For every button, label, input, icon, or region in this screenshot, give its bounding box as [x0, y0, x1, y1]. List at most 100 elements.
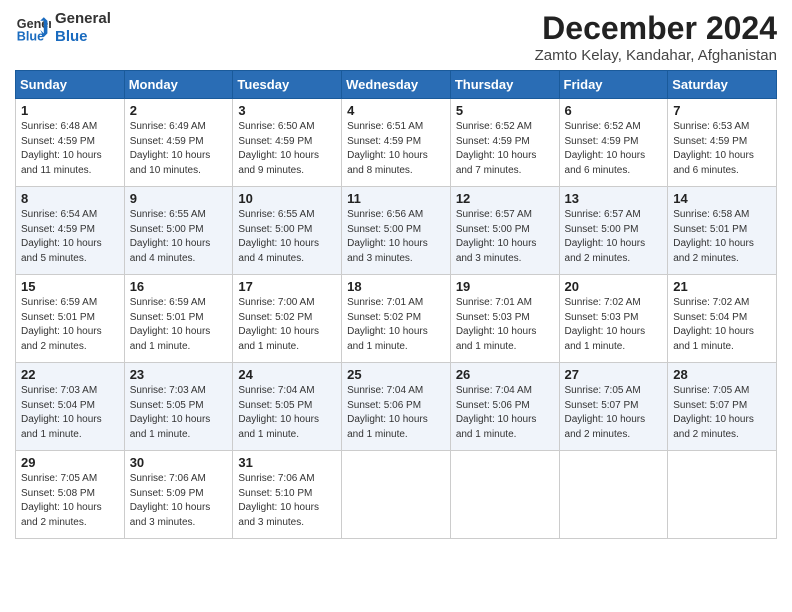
- calendar-cell: 5 Sunrise: 6:52 AMSunset: 4:59 PMDaylight…: [450, 99, 559, 187]
- cell-details: Sunrise: 6:59 AMSunset: 5:01 PMDaylight:…: [130, 296, 228, 354]
- calendar-cell: 13Sunrise: 6:57 AMSunset: 5:00 PMDayligh…: [559, 187, 668, 275]
- cell-details: Sunrise: 6:54 AMSunset: 4:59 PMDaylight:…: [21, 208, 119, 266]
- svg-text:Blue: Blue: [17, 30, 44, 44]
- cell-details: Sunrise: 6:48 AMSunset: 4:59 PMDaylight:…: [21, 120, 119, 178]
- calendar-week-5: 29 Sunrise: 7:05 AMSunset: 5:08 PMDayligh…: [16, 451, 777, 539]
- day-number: 24: [238, 367, 336, 382]
- day-number: 16: [130, 279, 228, 294]
- logo-blue: Blue: [55, 28, 111, 46]
- cell-details: Sunrise: 7:02 AMSunset: 5:03 PMDaylight:…: [565, 296, 663, 354]
- cell-details: Sunrise: 7:04 AMSunset: 5:06 PMDaylight:…: [347, 384, 445, 442]
- day-number: 9: [130, 191, 228, 206]
- cell-details: Sunrise: 6:59 AMSunset: 5:01 PMDaylight:…: [21, 296, 119, 354]
- location-title: Zamto Kelay, Kandahar, Afghanistan: [535, 47, 777, 64]
- cell-details: Sunrise: 7:01 AMSunset: 5:02 PMDaylight:…: [347, 296, 445, 354]
- calendar-cell: 2 Sunrise: 6:49 AMSunset: 4:59 PMDaylight…: [124, 99, 233, 187]
- day-number: 19: [456, 279, 554, 294]
- cell-details: Sunrise: 6:55 AMSunset: 5:00 PMDaylight:…: [238, 208, 336, 266]
- day-number: 5: [456, 103, 554, 118]
- cell-details: Sunrise: 6:52 AMSunset: 4:59 PMDaylight:…: [565, 120, 663, 178]
- calendar-cell: 21Sunrise: 7:02 AMSunset: 5:04 PMDayligh…: [668, 275, 777, 363]
- cell-details: Sunrise: 7:04 AMSunset: 5:05 PMDaylight:…: [238, 384, 336, 442]
- calendar-cell: 11Sunrise: 6:56 AMSunset: 5:00 PMDayligh…: [342, 187, 451, 275]
- day-number: 31: [238, 455, 336, 470]
- day-number: 25: [347, 367, 445, 382]
- cell-details: Sunrise: 7:06 AMSunset: 5:09 PMDaylight:…: [130, 472, 228, 530]
- calendar-cell: 25 Sunrise: 7:04 AMSunset: 5:06 PMDayligh…: [342, 363, 451, 451]
- calendar-cell: 31 Sunrise: 7:06 AMSunset: 5:10 PMDayligh…: [233, 451, 342, 539]
- header-row: SundayMondayTuesdayWednesdayThursdayFrid…: [16, 71, 777, 99]
- calendar-cell: 29 Sunrise: 7:05 AMSunset: 5:08 PMDayligh…: [16, 451, 125, 539]
- day-number: 15: [21, 279, 119, 294]
- calendar-cell: 7 Sunrise: 6:53 AMSunset: 4:59 PMDaylight…: [668, 99, 777, 187]
- cell-details: Sunrise: 7:03 AMSunset: 5:04 PMDaylight:…: [21, 384, 119, 442]
- calendar-cell: 22 Sunrise: 7:03 AMSunset: 5:04 PMDayligh…: [16, 363, 125, 451]
- cell-details: Sunrise: 6:52 AMSunset: 4:59 PMDaylight:…: [456, 120, 554, 178]
- calendar-cell: 8Sunrise: 6:54 AMSunset: 4:59 PMDaylight…: [16, 187, 125, 275]
- calendar-cell: 27 Sunrise: 7:05 AMSunset: 5:07 PMDayligh…: [559, 363, 668, 451]
- cell-details: Sunrise: 7:05 AMSunset: 5:08 PMDaylight:…: [21, 472, 119, 530]
- cell-details: Sunrise: 6:57 AMSunset: 5:00 PMDaylight:…: [456, 208, 554, 266]
- calendar-cell: 6 Sunrise: 6:52 AMSunset: 4:59 PMDaylight…: [559, 99, 668, 187]
- header: General Blue General Blue December 2024 …: [15, 10, 777, 64]
- cell-details: Sunrise: 6:56 AMSunset: 5:00 PMDaylight:…: [347, 208, 445, 266]
- calendar-cell: [668, 451, 777, 539]
- calendar-cell: 4Sunrise: 6:51 AMSunset: 4:59 PMDaylight…: [342, 99, 451, 187]
- calendar-table: SundayMondayTuesdayWednesdayThursdayFrid…: [15, 70, 777, 539]
- calendar-cell: 1 Sunrise: 6:48 AMSunset: 4:59 PMDaylight…: [16, 99, 125, 187]
- day-number: 17: [238, 279, 336, 294]
- day-number: 27: [565, 367, 663, 382]
- day-number: 18: [347, 279, 445, 294]
- cell-details: Sunrise: 6:58 AMSunset: 5:01 PMDaylight:…: [673, 208, 771, 266]
- day-number: 7: [673, 103, 771, 118]
- cell-details: Sunrise: 7:04 AMSunset: 5:06 PMDaylight:…: [456, 384, 554, 442]
- cell-details: Sunrise: 6:50 AMSunset: 4:59 PMDaylight:…: [238, 120, 336, 178]
- day-number: 30: [130, 455, 228, 470]
- day-number: 29: [21, 455, 119, 470]
- calendar-cell: 12Sunrise: 6:57 AMSunset: 5:00 PMDayligh…: [450, 187, 559, 275]
- calendar-cell: 17 Sunrise: 7:00 AMSunset: 5:02 PMDayligh…: [233, 275, 342, 363]
- cell-details: Sunrise: 6:53 AMSunset: 4:59 PMDaylight:…: [673, 120, 771, 178]
- header-cell-thursday: Thursday: [450, 71, 559, 99]
- logo-icon: General Blue: [15, 10, 51, 46]
- logo-general: General: [55, 10, 111, 27]
- calendar-header: SundayMondayTuesdayWednesdayThursdayFrid…: [16, 71, 777, 99]
- cell-details: Sunrise: 7:00 AMSunset: 5:02 PMDaylight:…: [238, 296, 336, 354]
- title-area: December 2024 Zamto Kelay, Kandahar, Afg…: [535, 10, 777, 64]
- cell-details: Sunrise: 7:05 AMSunset: 5:07 PMDaylight:…: [673, 384, 771, 442]
- calendar-cell: 14 Sunrise: 6:58 AMSunset: 5:01 PMDayligh…: [668, 187, 777, 275]
- day-number: 2: [130, 103, 228, 118]
- calendar-cell: 16 Sunrise: 6:59 AMSunset: 5:01 PMDayligh…: [124, 275, 233, 363]
- cell-details: Sunrise: 6:55 AMSunset: 5:00 PMDaylight:…: [130, 208, 228, 266]
- day-number: 4: [347, 103, 445, 118]
- cell-details: Sunrise: 7:06 AMSunset: 5:10 PMDaylight:…: [238, 472, 336, 530]
- cell-details: Sunrise: 7:01 AMSunset: 5:03 PMDaylight:…: [456, 296, 554, 354]
- header-cell-tuesday: Tuesday: [233, 71, 342, 99]
- calendar-cell: 28 Sunrise: 7:05 AMSunset: 5:07 PMDayligh…: [668, 363, 777, 451]
- calendar-cell: 15 Sunrise: 6:59 AMSunset: 5:01 PMDayligh…: [16, 275, 125, 363]
- header-cell-sunday: Sunday: [16, 71, 125, 99]
- month-title: December 2024: [535, 10, 777, 47]
- calendar-cell: 23Sunrise: 7:03 AMSunset: 5:05 PMDayligh…: [124, 363, 233, 451]
- calendar-week-4: 22 Sunrise: 7:03 AMSunset: 5:04 PMDayligh…: [16, 363, 777, 451]
- calendar-week-1: 1 Sunrise: 6:48 AMSunset: 4:59 PMDaylight…: [16, 99, 777, 187]
- calendar-cell: 30 Sunrise: 7:06 AMSunset: 5:09 PMDayligh…: [124, 451, 233, 539]
- header-cell-saturday: Saturday: [668, 71, 777, 99]
- calendar-cell: [342, 451, 451, 539]
- calendar-cell: 18 Sunrise: 7:01 AMSunset: 5:02 PMDayligh…: [342, 275, 451, 363]
- calendar-cell: 10Sunrise: 6:55 AMSunset: 5:00 PMDayligh…: [233, 187, 342, 275]
- day-number: 1: [21, 103, 119, 118]
- calendar-cell: 26Sunrise: 7:04 AMSunset: 5:06 PMDayligh…: [450, 363, 559, 451]
- calendar-week-3: 15 Sunrise: 6:59 AMSunset: 5:01 PMDayligh…: [16, 275, 777, 363]
- calendar-cell: [450, 451, 559, 539]
- day-number: 22: [21, 367, 119, 382]
- cell-details: Sunrise: 7:02 AMSunset: 5:04 PMDaylight:…: [673, 296, 771, 354]
- cell-details: Sunrise: 6:49 AMSunset: 4:59 PMDaylight:…: [130, 120, 228, 178]
- day-number: 6: [565, 103, 663, 118]
- cell-details: Sunrise: 7:05 AMSunset: 5:07 PMDaylight:…: [565, 384, 663, 442]
- calendar-cell: 3Sunrise: 6:50 AMSunset: 4:59 PMDaylight…: [233, 99, 342, 187]
- header-cell-friday: Friday: [559, 71, 668, 99]
- day-number: 28: [673, 367, 771, 382]
- calendar-body: 1 Sunrise: 6:48 AMSunset: 4:59 PMDaylight…: [16, 99, 777, 539]
- day-number: 14: [673, 191, 771, 206]
